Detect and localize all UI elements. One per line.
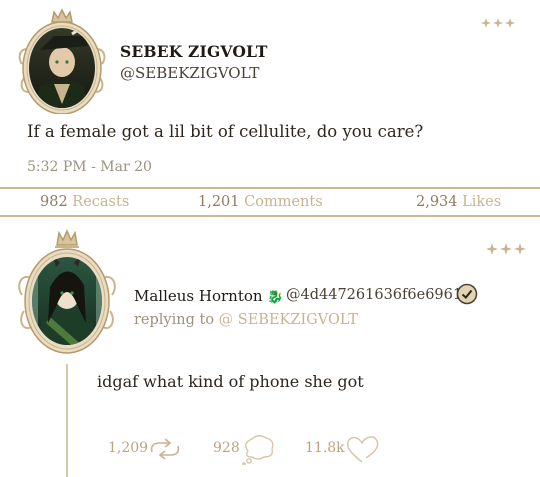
author-handle[interactable]: @SEBEKZIGVOLT [120, 64, 259, 82]
comment-count: 928 [213, 440, 240, 456]
reply-handle-text: @4d447261636f6e6961 [286, 287, 463, 303]
reply-text: idgaf what kind of phone she got [97, 372, 364, 391]
replying-to: replying to @ SEBEKZIGVOLT [134, 312, 358, 328]
more-options-button[interactable] [481, 18, 515, 34]
comment-button[interactable]: 928 [213, 440, 240, 456]
likes-label: Likes [462, 194, 502, 210]
reply-author-handle[interactable]: @4d447261636f6e6961 [286, 287, 462, 303]
avatar-frame [14, 6, 110, 114]
recasts-label: Recasts [72, 194, 130, 210]
reply-author[interactable]: Malleus Hornton 🐉 [134, 287, 284, 305]
crown-icon [55, 229, 79, 248]
divider-top [0, 187, 540, 189]
recasts-stat[interactable]: 982 Recasts [40, 194, 129, 210]
like-button[interactable]: 11.8k [305, 440, 345, 456]
comments-count: 1,201 [198, 194, 240, 210]
dragon-emoji-icon: 🐉 [267, 290, 284, 305]
like-count: 11.8k [305, 440, 345, 456]
comments-label: Comments [244, 194, 323, 210]
check-badge-icon [456, 283, 478, 305]
reply-avatar-frame [14, 227, 120, 355]
comments-stat[interactable]: 1,201 Comments [198, 194, 323, 210]
verified-badge [456, 283, 478, 309]
divider-bottom [0, 215, 540, 217]
author-name[interactable]: SEBEK ZIGVOLT [120, 42, 268, 61]
reply-author-name: Malleus Hornton [134, 287, 263, 305]
thread-line [66, 364, 68, 477]
comment-icon[interactable] [240, 433, 276, 469]
replying-prefix: replying to [134, 312, 215, 328]
post-text: If a female got a lil bit of cellulite, … [27, 122, 424, 141]
likes-stat[interactable]: 2,934 Likes [416, 194, 501, 210]
recast-button[interactable]: 1,209 [108, 440, 148, 456]
post-timestamp: 5:32 PM - Mar 20 [27, 159, 152, 175]
avatar[interactable] [14, 6, 110, 114]
recasts-count: 982 [40, 194, 68, 210]
three-stars-icon [486, 243, 526, 255]
reply-avatar[interactable] [14, 227, 120, 355]
three-stars-icon [481, 18, 515, 28]
reply-more-options-button[interactable] [486, 243, 526, 261]
heart-icon[interactable] [344, 434, 380, 468]
recast-count: 1,209 [108, 440, 149, 456]
recast-icon[interactable] [148, 438, 182, 464]
likes-count: 2,934 [416, 194, 458, 210]
replying-handle-link[interactable]: @ SEBEKZIGVOLT [219, 312, 358, 328]
